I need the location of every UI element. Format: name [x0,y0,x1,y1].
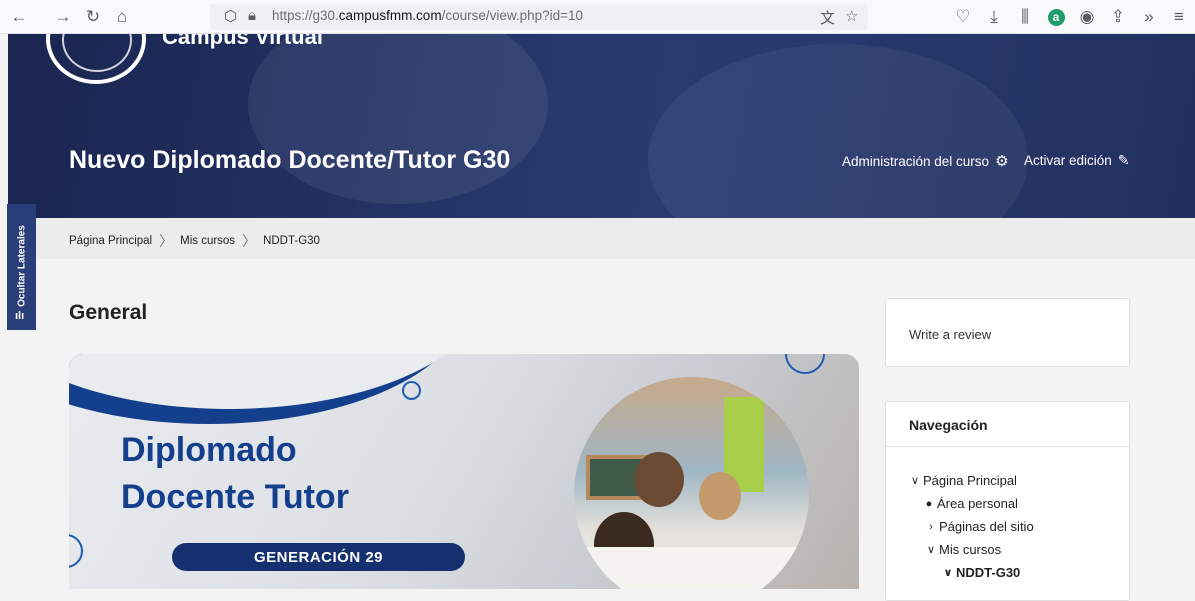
course-admin-link[interactable]: Administración del curso ⚙ [842,152,1009,170]
hide-sidebars-tab[interactable]: Ocultar Laterales ılı [7,204,36,330]
edit-mode-label: Activar edición [1024,153,1112,168]
forward-icon[interactable]: → [52,6,74,28]
header-background-shape [648,44,1028,218]
extensions-icon[interactable]: ⇪ [1107,6,1129,28]
review-block: Write a review [885,298,1130,367]
write-review-link[interactable]: Write a review [909,327,991,342]
generation-badge: GENERACIÓN 29 [172,543,465,571]
shield-icon[interactable]: ⬡ [224,7,237,25]
header-background-shape [248,34,548,204]
browser-toolbar: ← → ↻ ⌂ ⬡ 🔒︎ https://g30.campusfmm.com/c… [0,0,1195,34]
banner-ring [402,381,421,400]
download-icon[interactable]: ⤓ [983,6,1005,28]
overflow-icon[interactable]: » [1138,6,1160,28]
library-icon[interactable]: ⫼ [1014,6,1036,28]
chevron-down-icon: ∨ [943,567,953,579]
back-icon[interactable]: ← [8,6,30,28]
translate-icon[interactable]: 文 [820,7,835,28]
site-logo[interactable] [46,34,146,84]
bookmark-star-icon[interactable]: ☆ [845,7,858,25]
extension-a-icon[interactable]: a [1045,6,1067,28]
chevron-right-icon: 〉 [242,233,257,249]
edit-mode-link[interactable]: Activar edición ✎ [1024,152,1130,169]
chevron-right-icon: 〉 [159,233,174,249]
nav-item-label: Página Principal [923,473,1017,488]
nav-item-label: Área personal [937,496,1018,511]
nav-item-label: Páginas del sitio [939,519,1034,534]
course-banner-image: Diplomado Docente Tutor GENERACIÓN 29 [69,354,859,589]
lock-icon[interactable]: 🔒︎ [248,7,256,24]
classroom-photo [574,377,809,589]
photo-desk [574,547,809,589]
photo-child [699,472,741,520]
banner-title-line1: Diplomado [121,431,297,469]
gear-icon: ⚙ [995,153,1009,170]
breadcrumb-item-home[interactable]: Página Principal [69,235,152,247]
reload-icon[interactable]: ↻ [82,6,104,28]
nav-item-my-courses[interactable]: ∨ Mis cursos [925,542,1001,557]
navigation-block: Navegación ∨ Página Principal ● Área per… [885,401,1130,601]
nav-item-dashboard[interactable]: ● Área personal [923,496,1018,511]
nav-item-home[interactable]: ∨ Página Principal [909,473,1017,488]
home-icon[interactable]: ⌂ [111,6,133,28]
breadcrumb: Página Principal 〉 Mis cursos 〉 NDDT-G30 [36,218,1195,259]
banner-title-line2: Docente Tutor [121,478,349,516]
url-text[interactable]: https://g30.campusfmm.com/course/view.ph… [272,8,583,23]
dashboard-icon: ● [925,497,933,510]
course-header: Campus Virtual Nuevo Diplomado Docente/T… [8,34,1195,218]
photo-child [634,452,684,507]
pocket-icon[interactable]: ♡ [952,6,974,28]
bars-icon: ılı [15,310,25,322]
navigation-title: Navegación [909,417,988,433]
nav-item-current-course[interactable]: ∨ NDDT-G30 [942,565,1021,580]
banner-ring [69,534,83,568]
course-admin-label: Administración del curso [842,153,990,169]
menu-icon[interactable]: ≡ [1168,6,1190,28]
nav-item-label: NDDT-G30 [956,565,1021,580]
breadcrumb-item-my-courses[interactable]: Mis cursos [180,235,235,247]
chevron-down-icon: ∨ [910,475,920,487]
section-title: General [69,301,148,324]
site-name: Campus Virtual [162,34,323,49]
pencil-icon: ✎ [1117,152,1130,168]
breadcrumb-item-course[interactable]: NDDT-G30 [263,235,320,247]
account-icon[interactable]: ◉ [1076,6,1098,28]
chevron-right-icon: › [929,520,933,533]
nav-item-label: Mis cursos [939,542,1002,557]
address-bar[interactable]: ⬡ 🔒︎ https://g30.campusfmm.com/course/vi… [210,4,868,30]
navigation-header: Navegación [886,402,1129,447]
hide-sidebars-label: Ocultar Laterales [16,225,27,307]
course-title: Nuevo Diplomado Docente/Tutor G30 [69,146,511,174]
chevron-down-icon: ∨ [926,544,936,556]
banner-ring [785,354,825,374]
nav-item-site-pages[interactable]: › Páginas del sitio [925,519,1034,534]
